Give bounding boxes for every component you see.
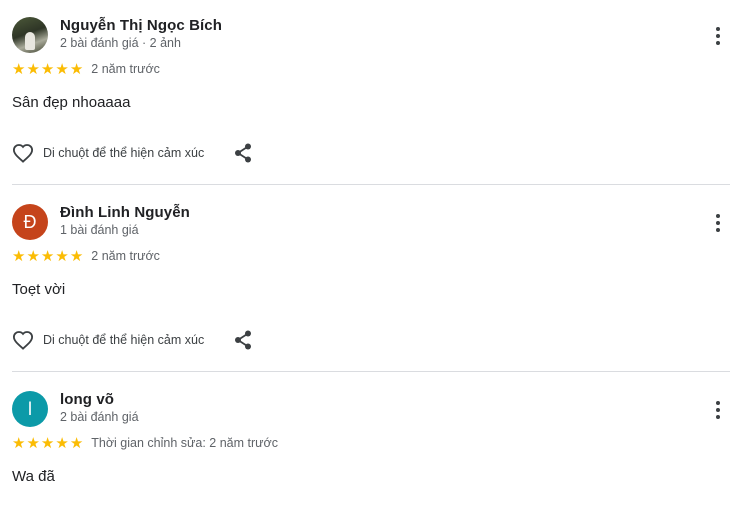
- reviewer-meta: 1 bài đánh giá: [60, 223, 139, 237]
- review-text: Toẹt vời: [12, 281, 66, 298]
- reviewer-meta: 2 bài đánh giá: [60, 410, 139, 424]
- avatar[interactable]: [12, 17, 48, 53]
- star-icon: ★: [55, 247, 69, 265]
- more-options-button[interactable]: [706, 398, 730, 422]
- share-icon: [235, 330, 252, 350]
- star-icon: ★: [40, 60, 55, 78]
- reviewer-meta: 2 bài đánh giá · 2 ảnh: [60, 36, 181, 50]
- reviewer-name[interactable]: long võ: [60, 390, 139, 409]
- more-vert-icon: [716, 214, 720, 232]
- review-time: 2 năm trước: [91, 249, 160, 263]
- more-vert-icon: [716, 27, 720, 45]
- reviewer-name[interactable]: Đình Linh Nguyễn: [60, 203, 190, 222]
- star-rating: ★ ★ ★ ★ ★: [12, 436, 83, 451]
- like-button[interactable]: Di chuột để thể hiện cảm xúc: [12, 143, 204, 163]
- star-icon: ★: [12, 60, 26, 78]
- review-time: 2 năm trước: [91, 62, 160, 76]
- review-card: Nguyễn Thị Ngọc Bích 2 bài đánh giá · 2 …: [12, 0, 730, 185]
- star-rating: ★ ★ ★ ★ ★: [12, 249, 83, 264]
- more-options-button[interactable]: [706, 24, 730, 48]
- review-card: Đ Đình Linh Nguyễn 1 bài đánh giá ★ ★ ★ ★ ★ …: [12, 185, 730, 372]
- star-icon: ★: [26, 434, 40, 452]
- like-button[interactable]: Di chuột để thể hiện cảm xúc: [12, 330, 204, 350]
- like-label: Di chuột để thể hiện cảm xúc: [43, 333, 205, 347]
- share-icon: [235, 143, 252, 163]
- star-icon: ★: [69, 60, 84, 78]
- avatar[interactable]: l: [12, 391, 48, 427]
- avatar[interactable]: Đ: [12, 204, 48, 240]
- star-icon: ★: [12, 247, 26, 265]
- star-icon: ★: [26, 247, 40, 265]
- review-time: Thời gian chỉnh sửa: 2 năm trước: [91, 436, 278, 450]
- star-icon: ★: [12, 434, 26, 452]
- review-card: l long võ 2 bài đánh giá ★ ★ ★ ★ ★ Thời gian…: [12, 372, 730, 487]
- more-options-button[interactable]: [706, 211, 730, 235]
- review-text: Wa đã: [12, 468, 55, 485]
- more-vert-icon: [716, 401, 720, 419]
- star-icon: ★: [40, 247, 55, 265]
- star-icon: ★: [69, 247, 84, 265]
- star-rating: ★ ★ ★ ★ ★: [12, 62, 83, 77]
- share-button[interactable]: [234, 143, 252, 163]
- share-button[interactable]: [234, 330, 252, 350]
- star-icon: ★: [55, 60, 69, 78]
- heart-outline-icon: [12, 331, 34, 350]
- heart-outline-icon: [12, 144, 34, 163]
- reviewer-name[interactable]: Nguyễn Thị Ngọc Bích: [60, 16, 222, 35]
- like-label: Di chuột để thể hiện cảm xúc: [43, 146, 205, 160]
- star-icon: ★: [69, 434, 84, 452]
- star-icon: ★: [55, 434, 69, 452]
- star-icon: ★: [40, 434, 55, 452]
- avatar-letter: Đ: [23, 211, 37, 232]
- avatar-letter: l: [28, 398, 32, 419]
- star-icon: ★: [26, 60, 40, 78]
- review-text: Sân đẹp nhoaaaa: [12, 94, 131, 111]
